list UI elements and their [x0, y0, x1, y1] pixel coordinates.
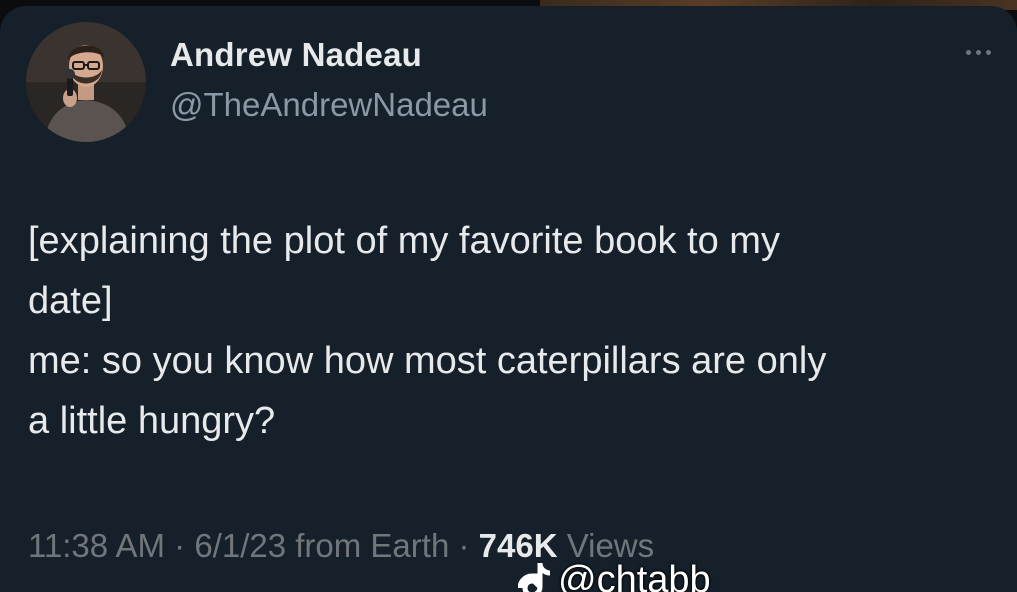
ellipsis-dot — [975, 49, 981, 55]
more-options-button[interactable] — [958, 40, 998, 64]
meta-separator: · — [174, 527, 186, 564]
tweet-body: [explaining the plot of my favorite book… — [28, 211, 988, 451]
tweet-date[interactable]: 6/1/23 — [194, 527, 286, 564]
tweet-text-line: me: so you know how most caterpillars ar… — [28, 340, 827, 382]
watermark-handle: @chtabb — [558, 558, 711, 592]
screenshot-stage: Andrew Nadeau @TheAndrewNadeau [explaini… — [0, 0, 1017, 592]
tweet-text-line: [explaining the plot of my favorite book… — [28, 220, 780, 262]
tweet-time[interactable]: 11:38 AM — [28, 527, 165, 564]
author-display-name[interactable]: Andrew Nadeau — [170, 36, 422, 74]
ellipsis-dot — [985, 49, 991, 55]
author-avatar[interactable] — [26, 22, 146, 142]
tweet-text-line: a little hungry? — [28, 400, 276, 442]
tweet-text-line: date] — [28, 280, 113, 322]
avatar-photo — [26, 22, 146, 142]
tiktok-logo-icon — [518, 562, 551, 592]
author-handle[interactable]: @TheAndrewNadeau — [170, 86, 488, 124]
meta-separator: · — [458, 527, 470, 564]
ellipsis-horizontal-icon — [965, 49, 971, 55]
tweet-card: Andrew Nadeau @TheAndrewNadeau [explaini… — [0, 6, 1017, 592]
tiktok-watermark: @chtabb — [518, 556, 711, 592]
tweet-source: from Earth — [295, 527, 450, 564]
